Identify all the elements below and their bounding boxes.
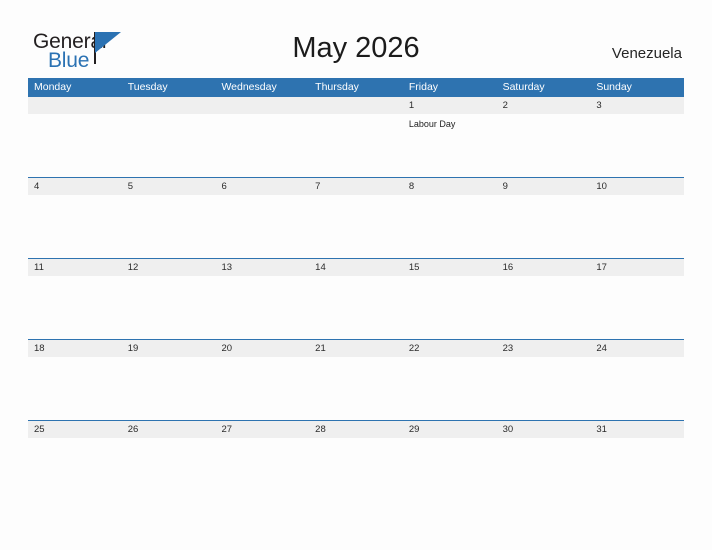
day-number[interactable]: 10 — [590, 178, 684, 195]
day-number[interactable]: 4 — [28, 178, 122, 195]
day-cell[interactable] — [309, 276, 403, 339]
day-header-tuesday: Tuesday — [127, 81, 168, 93]
day-number[interactable]: 18 — [28, 340, 122, 357]
day-number[interactable]: 21 — [309, 340, 403, 357]
day-cell[interactable] — [590, 276, 684, 339]
day-number[interactable]: 3 — [590, 97, 684, 114]
calendar-week-row: 18 19 20 21 22 23 24 — [28, 339, 684, 420]
day-number[interactable]: 12 — [122, 259, 216, 276]
calendar-week-row: 1 2 3 Labour Day — [28, 96, 684, 177]
day-cell[interactable] — [497, 195, 591, 258]
country-label: Venezuela — [611, 45, 682, 62]
page-header: General Blue May 2026 Venezuela — [0, 0, 712, 78]
day-number[interactable]: 23 — [497, 340, 591, 357]
day-number[interactable] — [309, 97, 403, 114]
day-cell[interactable] — [403, 438, 497, 501]
day-number[interactable] — [122, 97, 216, 114]
day-number[interactable]: 31 — [590, 421, 684, 438]
day-cell[interactable] — [28, 195, 122, 258]
calendar-week-row: 25 26 27 28 29 30 31 — [28, 420, 684, 501]
day-number[interactable]: 16 — [497, 259, 591, 276]
day-number[interactable]: 11 — [28, 259, 122, 276]
day-number[interactable]: 22 — [403, 340, 497, 357]
day-cell[interactable] — [215, 195, 309, 258]
day-header-sunday: Sunday — [596, 81, 632, 93]
day-number[interactable]: 29 — [403, 421, 497, 438]
day-cell[interactable] — [28, 276, 122, 339]
day-cell[interactable] — [590, 195, 684, 258]
day-number[interactable]: 17 — [590, 259, 684, 276]
day-number[interactable]: 15 — [403, 259, 497, 276]
day-cell[interactable] — [215, 114, 309, 177]
day-number[interactable]: 2 — [497, 97, 591, 114]
day-number[interactable]: 1 — [403, 97, 497, 114]
day-cell[interactable] — [497, 114, 591, 177]
day-header-wednesday: Wednesday — [221, 81, 277, 93]
day-header-saturday: Saturday — [502, 81, 545, 93]
day-cell[interactable] — [590, 114, 684, 177]
week-event-band — [28, 195, 684, 258]
day-number[interactable]: 30 — [497, 421, 591, 438]
week-event-band: Labour Day — [28, 114, 684, 177]
day-number[interactable]: 27 — [215, 421, 309, 438]
day-cell[interactable]: Labour Day — [403, 114, 497, 177]
calendar-week-row: 11 12 13 14 15 16 17 — [28, 258, 684, 339]
day-number[interactable]: 14 — [309, 259, 403, 276]
day-cell[interactable] — [215, 438, 309, 501]
day-cell[interactable] — [122, 195, 216, 258]
day-cell[interactable] — [590, 438, 684, 501]
day-number[interactable]: 5 — [122, 178, 216, 195]
week-date-band: 4 5 6 7 8 9 10 — [28, 177, 684, 195]
day-cell[interactable] — [28, 357, 122, 420]
day-cell[interactable] — [309, 357, 403, 420]
day-number[interactable]: 20 — [215, 340, 309, 357]
day-number[interactable]: 19 — [122, 340, 216, 357]
day-cell[interactable] — [309, 438, 403, 501]
day-cell[interactable] — [28, 438, 122, 501]
day-cell[interactable] — [497, 276, 591, 339]
day-number[interactable]: 6 — [215, 178, 309, 195]
day-number[interactable] — [215, 97, 309, 114]
day-number[interactable]: 28 — [309, 421, 403, 438]
day-cell[interactable] — [309, 114, 403, 177]
day-cell[interactable] — [497, 438, 591, 501]
day-header-monday: Monday — [34, 81, 72, 93]
day-number[interactable] — [28, 97, 122, 114]
week-date-band: 18 19 20 21 22 23 24 — [28, 339, 684, 357]
day-cell[interactable] — [122, 114, 216, 177]
day-cell[interactable] — [497, 357, 591, 420]
week-event-band — [28, 276, 684, 339]
day-header-thursday: Thursday — [315, 81, 359, 93]
week-date-band: 25 26 27 28 29 30 31 — [28, 420, 684, 438]
day-cell[interactable] — [122, 357, 216, 420]
day-header-friday: Friday — [408, 81, 439, 93]
week-date-band: 11 12 13 14 15 16 17 — [28, 258, 684, 276]
day-number[interactable]: 24 — [590, 340, 684, 357]
day-cell[interactable] — [403, 357, 497, 420]
day-cell[interactable] — [122, 438, 216, 501]
day-number[interactable]: 26 — [122, 421, 216, 438]
event-label: Labour Day — [408, 119, 456, 129]
page-title: May 2026 — [292, 32, 420, 64]
day-cell[interactable] — [215, 357, 309, 420]
day-number[interactable]: 25 — [28, 421, 122, 438]
week-date-band: 1 2 3 — [28, 96, 684, 114]
calendar-grid: Monday Tuesday Wednesday Thursday Friday… — [28, 78, 684, 501]
week-event-band — [28, 357, 684, 420]
day-number[interactable]: 8 — [403, 178, 497, 195]
day-cell[interactable] — [28, 114, 122, 177]
calendar-week-row: 4 5 6 7 8 9 10 — [28, 177, 684, 258]
week-event-band — [28, 438, 684, 501]
day-number[interactable]: 9 — [497, 178, 591, 195]
day-cell[interactable] — [215, 276, 309, 339]
day-number[interactable]: 7 — [309, 178, 403, 195]
day-cell[interactable] — [403, 195, 497, 258]
day-cell[interactable] — [403, 276, 497, 339]
day-number[interactable]: 13 — [215, 259, 309, 276]
day-cell[interactable] — [590, 357, 684, 420]
day-cell[interactable] — [309, 195, 403, 258]
day-of-week-header-row: Monday Tuesday Wednesday Thursday Friday… — [28, 78, 684, 96]
day-cell[interactable] — [122, 276, 216, 339]
